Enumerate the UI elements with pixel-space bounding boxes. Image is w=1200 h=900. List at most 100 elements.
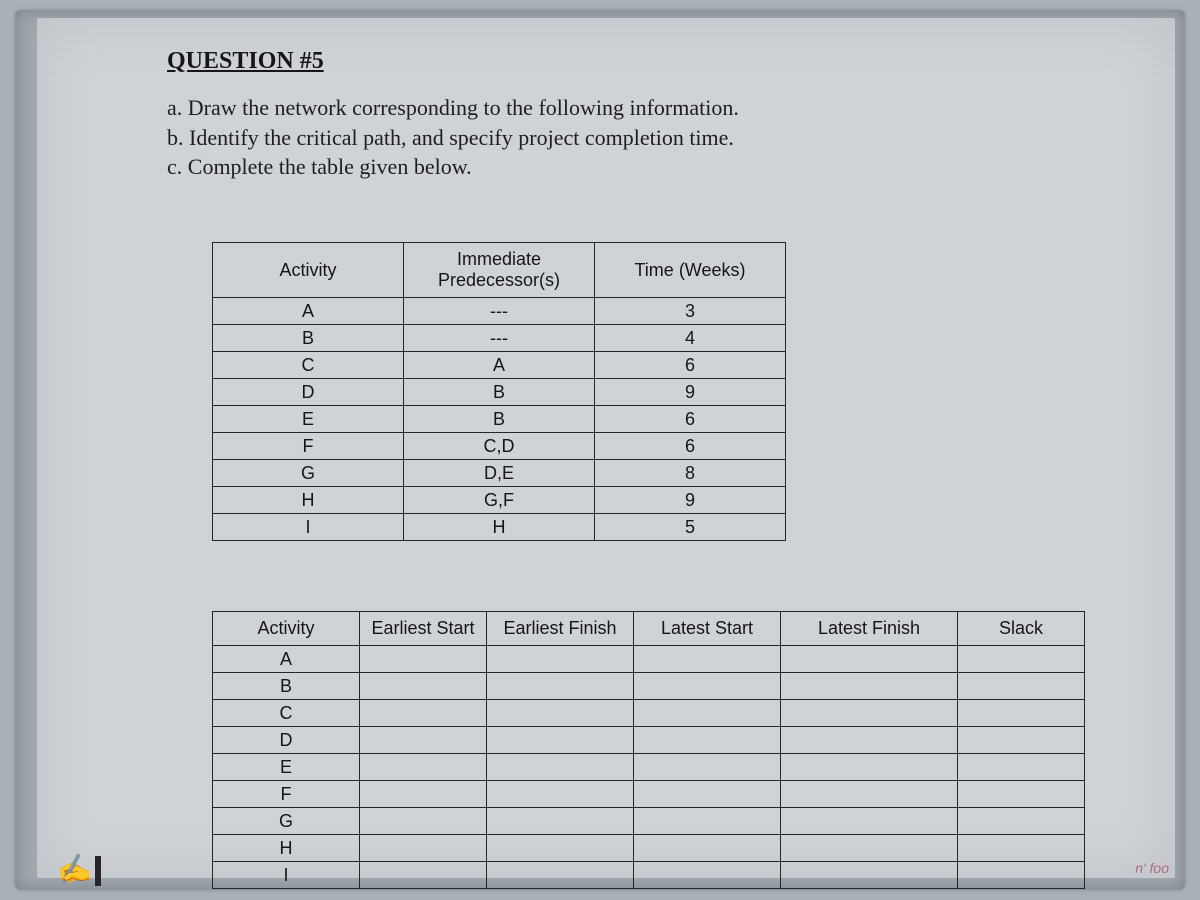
- t2-cell-activity: G: [213, 808, 360, 835]
- t2-cell-ef: [487, 754, 634, 781]
- table-row: D B 9: [213, 379, 786, 406]
- schedule-table: Activity Earliest Start Earliest Finish …: [212, 611, 1085, 889]
- table-row: I H 5: [213, 514, 786, 541]
- t1-cell-activity: E: [213, 406, 404, 433]
- t1-cell-time: 8: [595, 460, 786, 487]
- t2-cell-activity: F: [213, 781, 360, 808]
- t2-cell-es: [360, 754, 487, 781]
- t2-cell-ls: [634, 754, 781, 781]
- t2-header-ls: Latest Start: [634, 612, 781, 646]
- t1-body: A --- 3 B --- 4 C A 6: [213, 298, 786, 541]
- t2-cell-activity: C: [213, 700, 360, 727]
- t2-header-es: Earliest Start: [360, 612, 487, 646]
- t2-cell-activity: E: [213, 754, 360, 781]
- text-cursor-icon: [95, 856, 101, 886]
- t1-cell-predecessor: B: [404, 406, 595, 433]
- t2-cell-lf: [781, 646, 958, 673]
- t2-cell-activity: I: [213, 862, 360, 889]
- table-row: F C,D 6: [213, 433, 786, 460]
- t2-cell-ef: [487, 727, 634, 754]
- t2-cell-ef: [487, 673, 634, 700]
- t2-cell-ls: [634, 781, 781, 808]
- prompt-a: a. Draw the network corresponding to the…: [167, 93, 1115, 123]
- t1-cell-activity: C: [213, 352, 404, 379]
- table-row: E B 6: [213, 406, 786, 433]
- t2-cell-es: [360, 673, 487, 700]
- t2-cell-ls: [634, 835, 781, 862]
- t2-header-activity: Activity: [213, 612, 360, 646]
- tables-container: Activity Immediate Predecessor(s) Time (…: [212, 242, 1115, 889]
- t2-cell-es: [360, 646, 487, 673]
- t2-cell-ef: [487, 862, 634, 889]
- t1-cell-activity: H: [213, 487, 404, 514]
- table-row: C: [213, 700, 1085, 727]
- t1-cell-predecessor: G,F: [404, 487, 595, 514]
- table-row: G D,E 8: [213, 460, 786, 487]
- table-row: B: [213, 673, 1085, 700]
- t1-cell-time: 4: [595, 325, 786, 352]
- t1-cell-activity: B: [213, 325, 404, 352]
- t1-cell-predecessor: D,E: [404, 460, 595, 487]
- t2-cell-activity: H: [213, 835, 360, 862]
- t1-cell-activity: G: [213, 460, 404, 487]
- activity-time-table: Activity Immediate Predecessor(s) Time (…: [212, 242, 786, 541]
- table-row: E: [213, 754, 1085, 781]
- table-row: H: [213, 835, 1085, 862]
- document-page: QUESTION #5 a. Draw the network correspo…: [37, 18, 1175, 878]
- question-heading: QUESTION #5: [167, 48, 1115, 75]
- t2-cell-lf: [781, 835, 958, 862]
- t1-cell-time: 9: [595, 487, 786, 514]
- t2-cell-ef: [487, 700, 634, 727]
- cursor-icon: ✍: [55, 851, 94, 890]
- t1-cell-time: 6: [595, 352, 786, 379]
- t2-cell-lf: [781, 781, 958, 808]
- t2-cell-slack: [958, 835, 1085, 862]
- t2-cell-slack: [958, 673, 1085, 700]
- t2-cell-slack: [958, 781, 1085, 808]
- t2-cell-ef: [487, 835, 634, 862]
- t2-cell-es: [360, 727, 487, 754]
- t2-cell-es: [360, 835, 487, 862]
- t1-cell-activity: A: [213, 298, 404, 325]
- table-row: H G,F 9: [213, 487, 786, 514]
- table-row: G: [213, 808, 1085, 835]
- t1-cell-time: 9: [595, 379, 786, 406]
- t2-cell-es: [360, 862, 487, 889]
- t1-cell-predecessor: H: [404, 514, 595, 541]
- t1-cell-time: 3: [595, 298, 786, 325]
- table-row: F: [213, 781, 1085, 808]
- t1-header-predecessor: Immediate Predecessor(s): [404, 243, 595, 298]
- t2-cell-slack: [958, 700, 1085, 727]
- prompt-b: b. Identify the critical path, and speci…: [167, 123, 1115, 153]
- corner-watermark: n' foo: [1135, 860, 1169, 876]
- t2-cell-activity: D: [213, 727, 360, 754]
- t2-cell-ls: [634, 862, 781, 889]
- table-row: A --- 3: [213, 298, 786, 325]
- t2-cell-ls: [634, 673, 781, 700]
- t2-cell-es: [360, 781, 487, 808]
- t1-header-time: Time (Weeks): [595, 243, 786, 298]
- t2-cell-ef: [487, 808, 634, 835]
- t2-cell-es: [360, 700, 487, 727]
- t2-cell-slack: [958, 808, 1085, 835]
- t2-cell-lf: [781, 700, 958, 727]
- t2-cell-ls: [634, 727, 781, 754]
- document-content: QUESTION #5 a. Draw the network correspo…: [37, 18, 1175, 900]
- t2-header-ef: Earliest Finish: [487, 612, 634, 646]
- photo-frame: QUESTION #5 a. Draw the network correspo…: [15, 10, 1185, 890]
- t2-cell-lf: [781, 862, 958, 889]
- t2-cell-ef: [487, 646, 634, 673]
- t2-cell-lf: [781, 727, 958, 754]
- t2-header-lf: Latest Finish: [781, 612, 958, 646]
- t1-cell-predecessor: A: [404, 352, 595, 379]
- table-row: B --- 4: [213, 325, 786, 352]
- t2-body: A B: [213, 646, 1085, 889]
- table-row: I: [213, 862, 1085, 889]
- t2-header-slack: Slack: [958, 612, 1085, 646]
- t1-cell-time: 6: [595, 406, 786, 433]
- t2-cell-activity: A: [213, 646, 360, 673]
- t1-cell-predecessor: C,D: [404, 433, 595, 460]
- t2-cell-lf: [781, 808, 958, 835]
- t1-cell-time: 5: [595, 514, 786, 541]
- t1-cell-activity: F: [213, 433, 404, 460]
